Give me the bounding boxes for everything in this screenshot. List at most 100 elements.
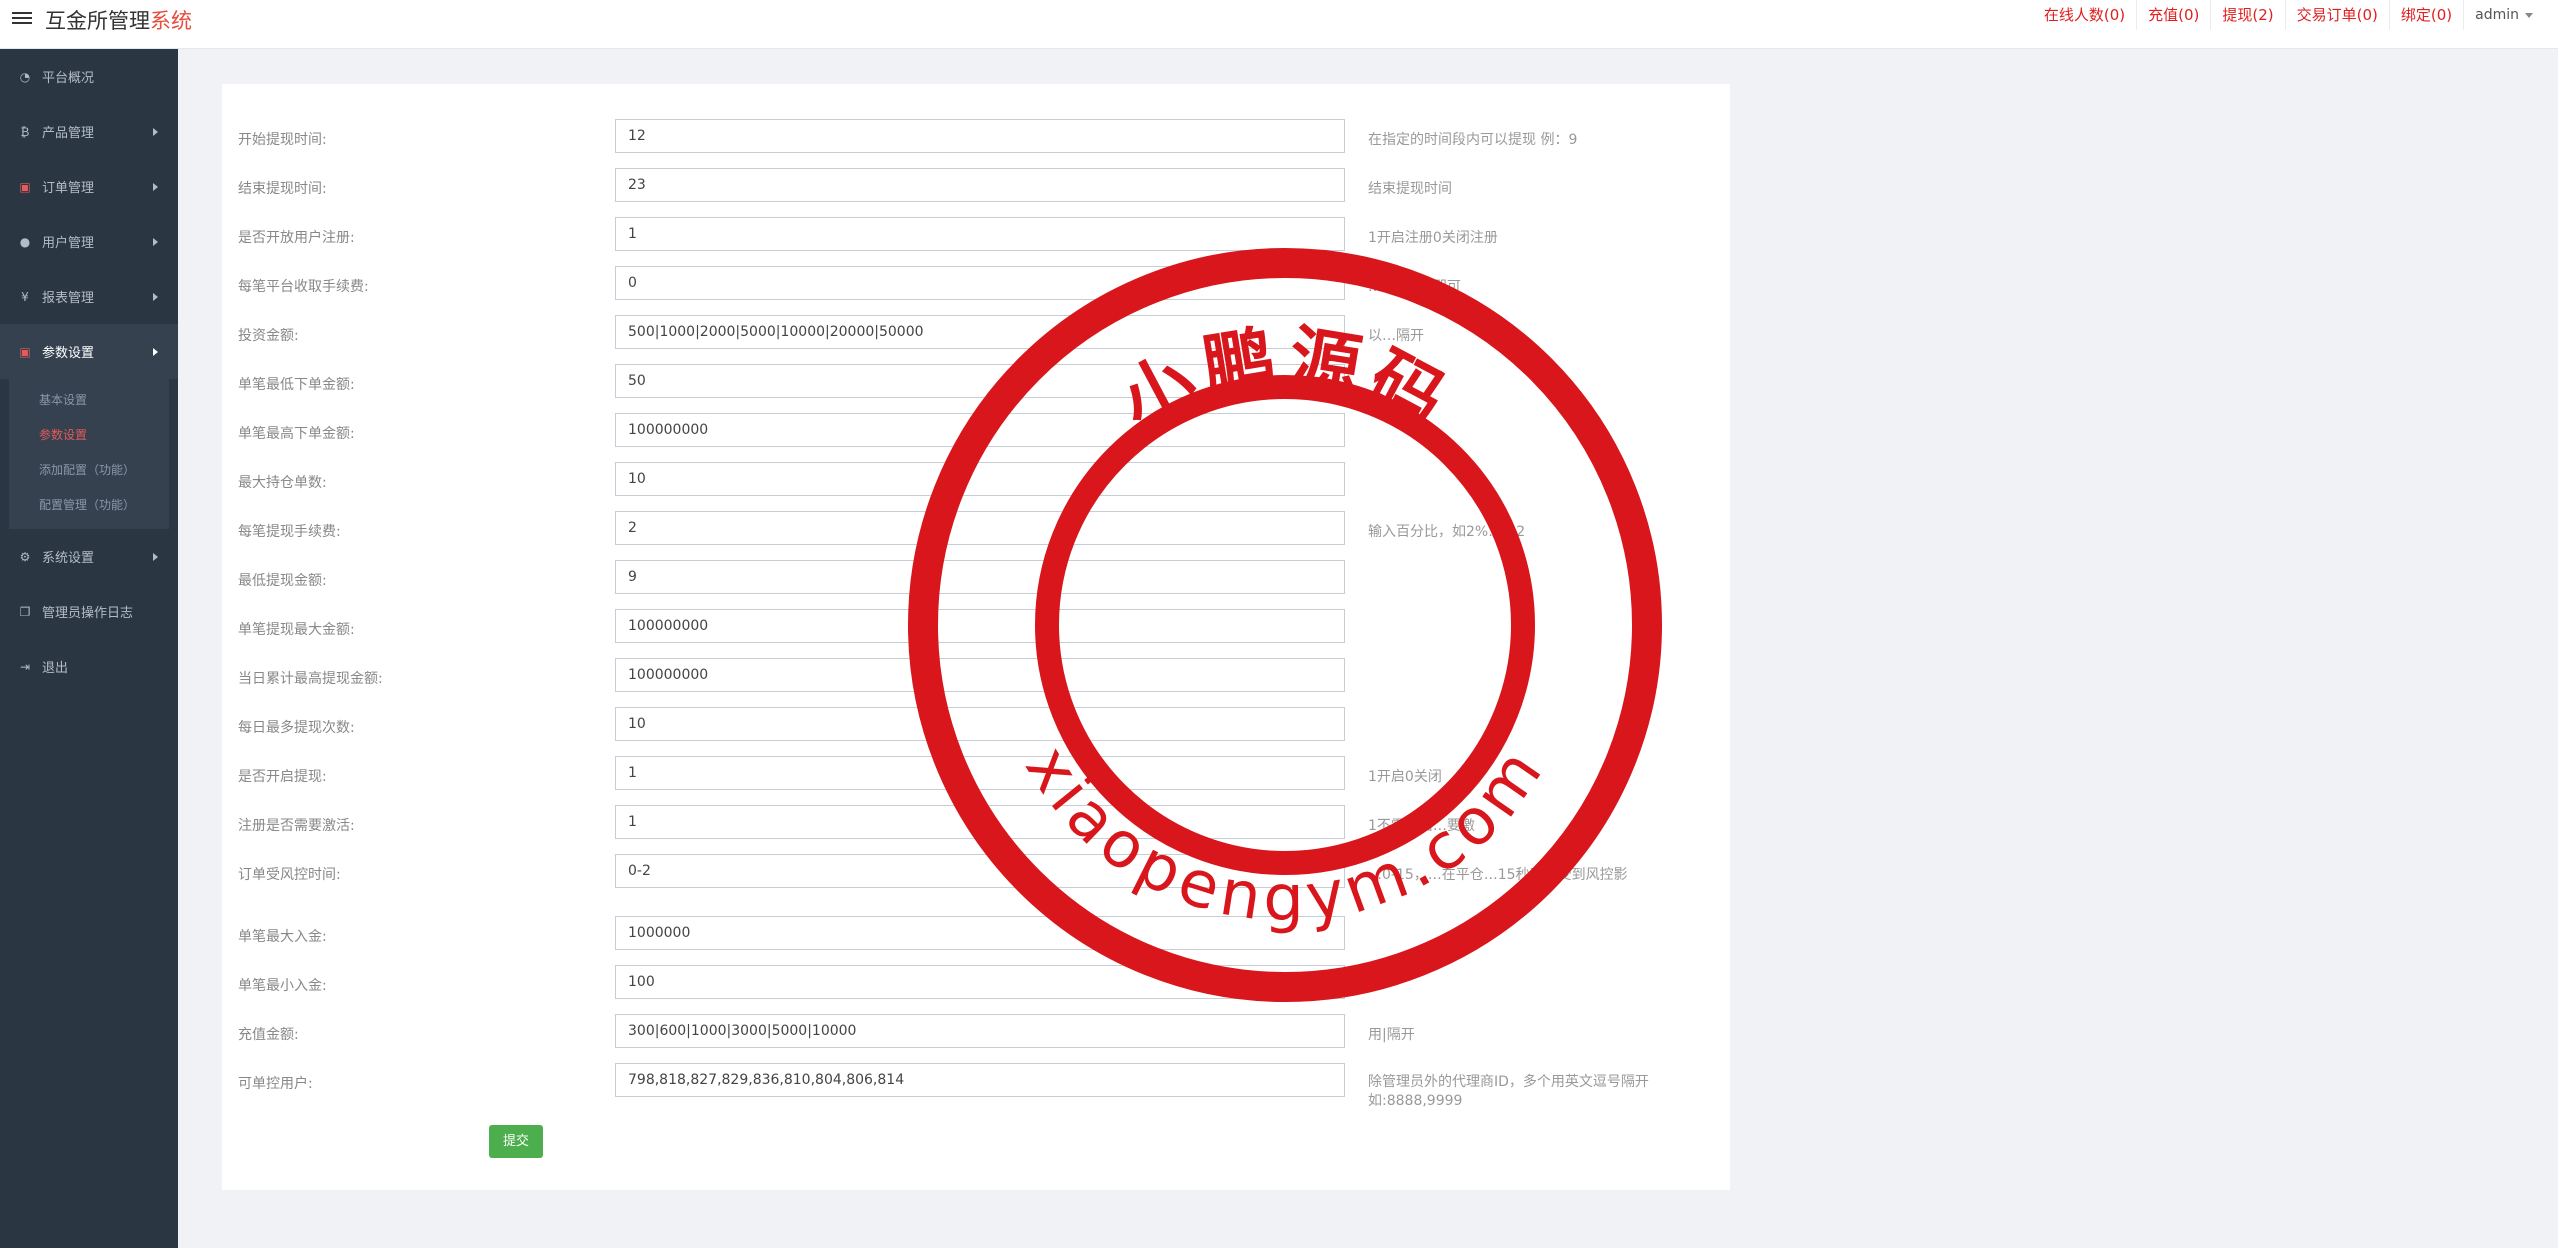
sidebar-item-label: 报表管理 xyxy=(42,291,95,306)
form-row: 投资金额: 以…隔开 xyxy=(222,315,1730,351)
field-label: 每笔提现手续费: xyxy=(238,524,341,540)
withdraw-end-input[interactable] xyxy=(615,168,1345,202)
chevron-right-icon xyxy=(153,238,158,246)
sidebar: ◔ 平台概况 ₿ 产品管理 ▣ 订单管理 ● 用户管理 ¥ 报表管理 ▣ 参数设… xyxy=(0,49,178,1248)
submenu-param-settings[interactable]: 参数设置 xyxy=(9,418,169,453)
field-hint: …就填写2即可 xyxy=(1368,279,1461,295)
field-hint: 以…隔开 xyxy=(1368,328,1424,344)
copy-icon: ❐ xyxy=(19,604,31,619)
nav-trade-orders[interactable]: 交易订单(0) xyxy=(2284,0,2389,30)
withdraw-fee-input[interactable] xyxy=(615,511,1345,545)
open-registration-input[interactable] xyxy=(615,217,1345,251)
app-title: 互金所管理系统 xyxy=(45,5,192,35)
sidebar-item-overview[interactable]: ◔ 平台概况 xyxy=(0,49,178,104)
submenu-config-manage[interactable]: 配置管理（功能） xyxy=(9,488,169,523)
field-label: 单笔最低下单金额: xyxy=(238,377,355,393)
form-row: 单笔最小入金: xyxy=(222,965,1730,1001)
sidebar-item-logout[interactable]: ⇥ 退出 xyxy=(0,639,178,694)
field-hint: 在指定的时间段内可以提现 例：9 xyxy=(1368,132,1578,148)
sidebar-item-system[interactable]: ⚙ 系统设置 xyxy=(0,529,178,584)
form-row: 最大持仓单数: xyxy=(222,462,1730,498)
enable-withdraw-input[interactable] xyxy=(615,756,1345,790)
sidebar-item-label: 用户管理 xyxy=(42,236,95,251)
bitcoin-icon: ₿ xyxy=(20,124,30,139)
yen-icon: ¥ xyxy=(21,289,29,304)
field-hint: 结束提现时间 xyxy=(1368,181,1452,197)
sidebar-item-orders[interactable]: ▣ 订单管理 xyxy=(0,159,178,214)
chevron-right-icon xyxy=(153,128,158,136)
submit-button[interactable]: 提交 xyxy=(489,1125,543,1158)
sidebar-item-reports[interactable]: ¥ 报表管理 xyxy=(0,269,178,324)
form-row: 最低提现金额: xyxy=(222,560,1730,596)
sidebar-item-label: 订单管理 xyxy=(42,181,95,196)
form-row: 订单受风控时间: …0-15，…在平仓…15秒开始受到风控影 xyxy=(222,854,1730,890)
nav-recharge[interactable]: 充值(0) xyxy=(2136,0,2210,30)
settings-form-panel: 开始提现时间: 在指定的时间段内可以提现 例：9 结束提现时间: 结束提现时间 … xyxy=(222,84,1730,1190)
daily-withdraw-total-input[interactable] xyxy=(615,658,1345,692)
field-label: 每笔平台收取手续费: xyxy=(238,279,369,295)
field-hint: 1不需激活…要激 xyxy=(1368,818,1475,834)
form-row: 是否开放用户注册: 1开启注册0关闭注册 xyxy=(222,217,1730,253)
form-row: 单笔最大入金: xyxy=(222,916,1730,952)
hamburger-menu-icon[interactable] xyxy=(12,9,32,27)
form-row: 每笔平台收取手续费: …就填写2即可 xyxy=(222,266,1730,302)
field-hint: 1开启0关闭 xyxy=(1368,769,1442,785)
field-label: 注册是否需要激活: xyxy=(238,818,355,834)
nav-online-users[interactable]: 在线人数(0) xyxy=(2033,0,2136,30)
sidebar-item-products[interactable]: ₿ 产品管理 xyxy=(0,104,178,159)
form-row: 结束提现时间: 结束提现时间 xyxy=(222,168,1730,204)
field-label: 是否开启提现: xyxy=(238,769,327,785)
sidebar-item-label: 系统设置 xyxy=(42,551,95,566)
sign-out-icon: ⇥ xyxy=(19,659,31,674)
field-hint: …0-15，…在平仓…15秒开始受到风控影 xyxy=(1368,867,1628,883)
invest-amount-input[interactable] xyxy=(615,315,1345,349)
max-withdraw-input[interactable] xyxy=(615,609,1345,643)
min-deposit-input[interactable] xyxy=(615,965,1345,999)
form-row: 当日累计最高提现金额: xyxy=(222,658,1730,694)
sidebar-item-label: 平台概况 xyxy=(42,71,95,86)
sidebar-item-users[interactable]: ● 用户管理 xyxy=(0,214,178,269)
sidebar-item-admin-log[interactable]: ❐ 管理员操作日志 xyxy=(0,584,178,639)
brand-accent: 系统 xyxy=(150,9,192,33)
field-label: 单笔提现最大金额: xyxy=(238,622,355,638)
form-row: 开始提现时间: 在指定的时间段内可以提现 例：9 xyxy=(222,119,1730,155)
field-label: 结束提现时间: xyxy=(238,181,327,197)
nav-withdraw[interactable]: 提现(2) xyxy=(2210,0,2284,30)
sidebar-item-label: 参数设置 xyxy=(42,346,95,361)
form-row: 可单控用户: 除管理员外的代理商ID，多个用英文逗号隔开如:8888,9999 xyxy=(222,1063,1730,1109)
form-row: 单笔最高下单金额: xyxy=(222,413,1730,449)
field-label: 最大持仓单数: xyxy=(238,475,327,491)
recharge-amount-input[interactable] xyxy=(615,1014,1345,1048)
min-order-input[interactable] xyxy=(615,364,1345,398)
field-label: 是否开放用户注册: xyxy=(238,230,355,246)
submenu-add-config[interactable]: 添加配置（功能） xyxy=(9,453,169,488)
sidebar-item-params[interactable]: ▣ 参数设置 xyxy=(0,324,178,379)
daily-withdraw-count-input[interactable] xyxy=(615,707,1345,741)
user-name: admin xyxy=(2475,7,2519,23)
risk-control-time-input[interactable] xyxy=(615,854,1345,888)
withdraw-start-input[interactable] xyxy=(615,119,1345,153)
form-row: 每笔提现手续费: 输入百分比，如2%…入2 xyxy=(222,511,1730,547)
max-positions-input[interactable] xyxy=(615,462,1345,496)
user-menu[interactable]: admin xyxy=(2463,0,2544,30)
submenu-basic-settings[interactable]: 基本设置 xyxy=(9,383,169,418)
nav-bind[interactable]: 绑定(0) xyxy=(2388,0,2463,30)
field-label: 最低提现金额: xyxy=(238,573,327,589)
controllable-users-input[interactable] xyxy=(615,1063,1345,1097)
sidebar-item-label: 管理员操作日志 xyxy=(42,606,134,621)
field-label: 每日最多提现次数: xyxy=(238,720,355,736)
platform-fee-input[interactable] xyxy=(615,266,1345,300)
params-submenu: 基本设置 参数设置 添加配置（功能） 配置管理（功能） xyxy=(9,379,169,529)
field-hint: 用|隔开 xyxy=(1368,1027,1415,1043)
require-activation-input[interactable] xyxy=(615,805,1345,839)
max-deposit-input[interactable] xyxy=(615,916,1345,950)
form-row: 充值金额: 用|隔开 xyxy=(222,1014,1730,1050)
field-label: 单笔最高下单金额: xyxy=(238,426,355,442)
max-order-input[interactable] xyxy=(615,413,1345,447)
field-label: 可单控用户: xyxy=(238,1076,313,1092)
top-nav: 在线人数(0) 充值(0) 提现(2) 交易订单(0) 绑定(0) admin xyxy=(2033,0,2544,30)
gears-icon: ⚙ xyxy=(19,549,31,564)
min-withdraw-input[interactable] xyxy=(615,560,1345,594)
field-label: 订单受风控时间: xyxy=(238,867,341,883)
field-hint: 除管理员外的代理商ID，多个用英文逗号隔开如:8888,9999 xyxy=(1368,1074,1649,1109)
